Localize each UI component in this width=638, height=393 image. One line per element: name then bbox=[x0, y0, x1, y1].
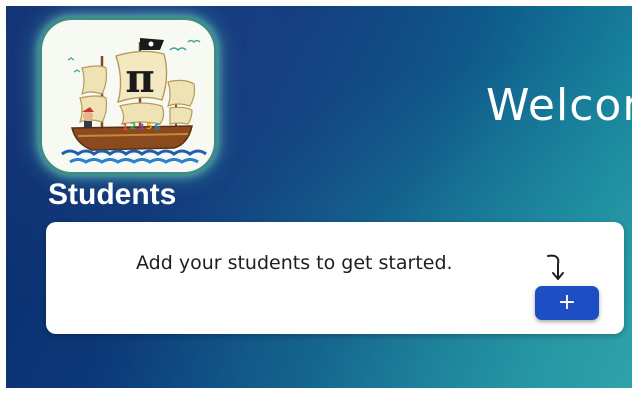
add-student-button[interactable]: + bbox=[535, 286, 599, 320]
svg-text:1: 1 bbox=[122, 123, 128, 133]
svg-text:3: 3 bbox=[138, 123, 144, 133]
app-logo: π 1 2 3 5 6 bbox=[42, 20, 214, 172]
svg-text:6: 6 bbox=[154, 123, 160, 133]
add-button-label: + bbox=[557, 290, 577, 315]
welcome-heading: Welcom bbox=[486, 80, 632, 131]
students-card: Add your students to get started. + bbox=[46, 222, 624, 334]
svg-text:π: π bbox=[125, 55, 154, 102]
svg-text:5: 5 bbox=[146, 122, 152, 132]
svg-text:2: 2 bbox=[130, 122, 136, 132]
app-screen: π 1 2 3 5 6 Welcom Students Add your stu… bbox=[6, 6, 632, 388]
empty-state-message: Add your students to get started. bbox=[136, 252, 453, 274]
pirate-ship-icon: π 1 2 3 5 6 bbox=[61, 38, 207, 164]
students-section-title: Students bbox=[48, 178, 177, 211]
curved-arrow-down-icon bbox=[547, 254, 564, 280]
